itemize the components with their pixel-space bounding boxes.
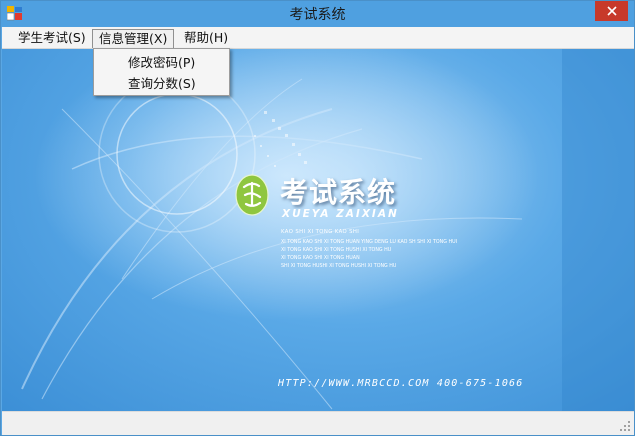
title-bar[interactable]: 考试系统 [1, 1, 634, 27]
seal-logo-icon [235, 174, 269, 216]
info-management-dropdown: 修改密码(P) 查询分数(S) [93, 48, 230, 96]
menu-student-exam[interactable]: 学生考试(S) [12, 29, 92, 48]
pinyin-line: XI TONG KAO SHI XI TONG HUAN [281, 256, 360, 261]
pinyin-line: SHI XI TONG HUSHI XI TONG HUSHI XI TONG … [281, 264, 397, 269]
window-title: 考试系统 [289, 7, 346, 23]
close-icon [606, 6, 617, 16]
status-bar [2, 411, 634, 435]
menu-item-change-password[interactable]: 修改密码(P) [94, 52, 229, 73]
pinyin-line: XI TONG KAO SHI XI TONG HUAN YING DENG L… [281, 240, 458, 245]
website-contact: HTTP://WWW.MRBCCD.COM 400-675-1066 [278, 378, 524, 389]
close-button[interactable] [595, 1, 628, 21]
menu-help[interactable]: 帮助(H) [178, 29, 234, 48]
resize-grip-icon[interactable] [620, 421, 631, 432]
pinyin-line: XI TONG KAO SHI XI TONG HUSHI XI TONG HU [281, 248, 392, 253]
brand-english-subtitle: XUEYA ZAIXIAN [282, 208, 399, 220]
brand-chinese-title: 考试系统 [280, 176, 397, 209]
menu-bar: 学生考试(S) 信息管理(X) 帮助(H) [2, 27, 634, 49]
menu-item-query-score[interactable]: 查询分数(S) [94, 73, 229, 94]
main-window: 考试系统 学生考试(S) 信息管理(X) 帮助(H) 考试系统 XUEYA ZA… [0, 0, 635, 436]
splash-area: 考试系统 XUEYA ZAIXIAN KAO SHI XI TONG KAO S… [2, 49, 634, 411]
pinyin-heading: KAO SHI XI TONG KAO SHI [281, 229, 360, 235]
menu-info-management[interactable]: 信息管理(X) [92, 29, 175, 48]
